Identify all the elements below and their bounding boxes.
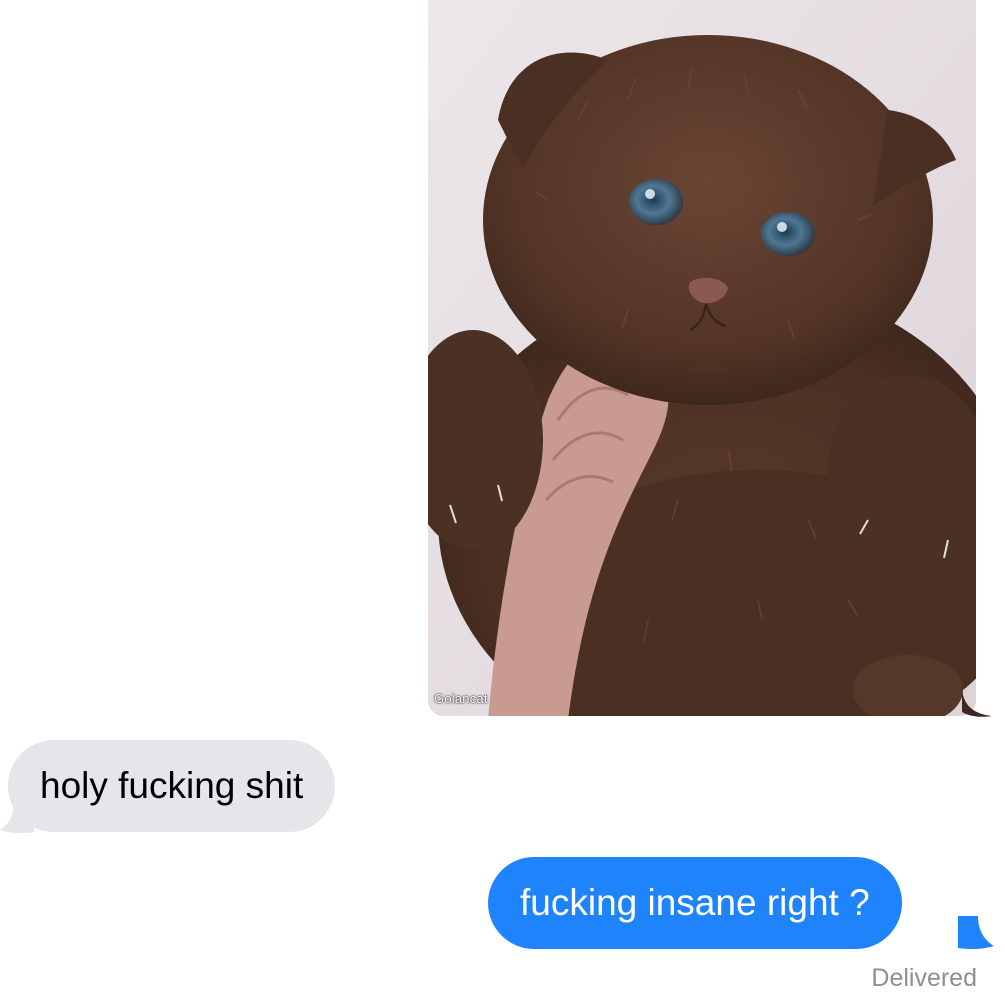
sent-message-bubble[interactable]: fucking insane right ?	[488, 857, 902, 949]
received-message-text: holy fucking shit	[40, 765, 304, 806]
image-message[interactable]	[428, 0, 976, 716]
delivery-status: Delivered	[871, 964, 977, 992]
sent-bubble-tail	[958, 916, 994, 950]
image-message-tail	[962, 690, 992, 717]
image-watermark: Golancat	[434, 691, 488, 706]
received-message-bubble[interactable]: holy fucking shit	[8, 740, 336, 832]
message-thread: Golancat holy fucking shit fucking insan…	[0, 0, 1005, 1005]
kitten-photo	[428, 0, 976, 716]
sent-message-text: fucking insane right ?	[520, 882, 870, 923]
